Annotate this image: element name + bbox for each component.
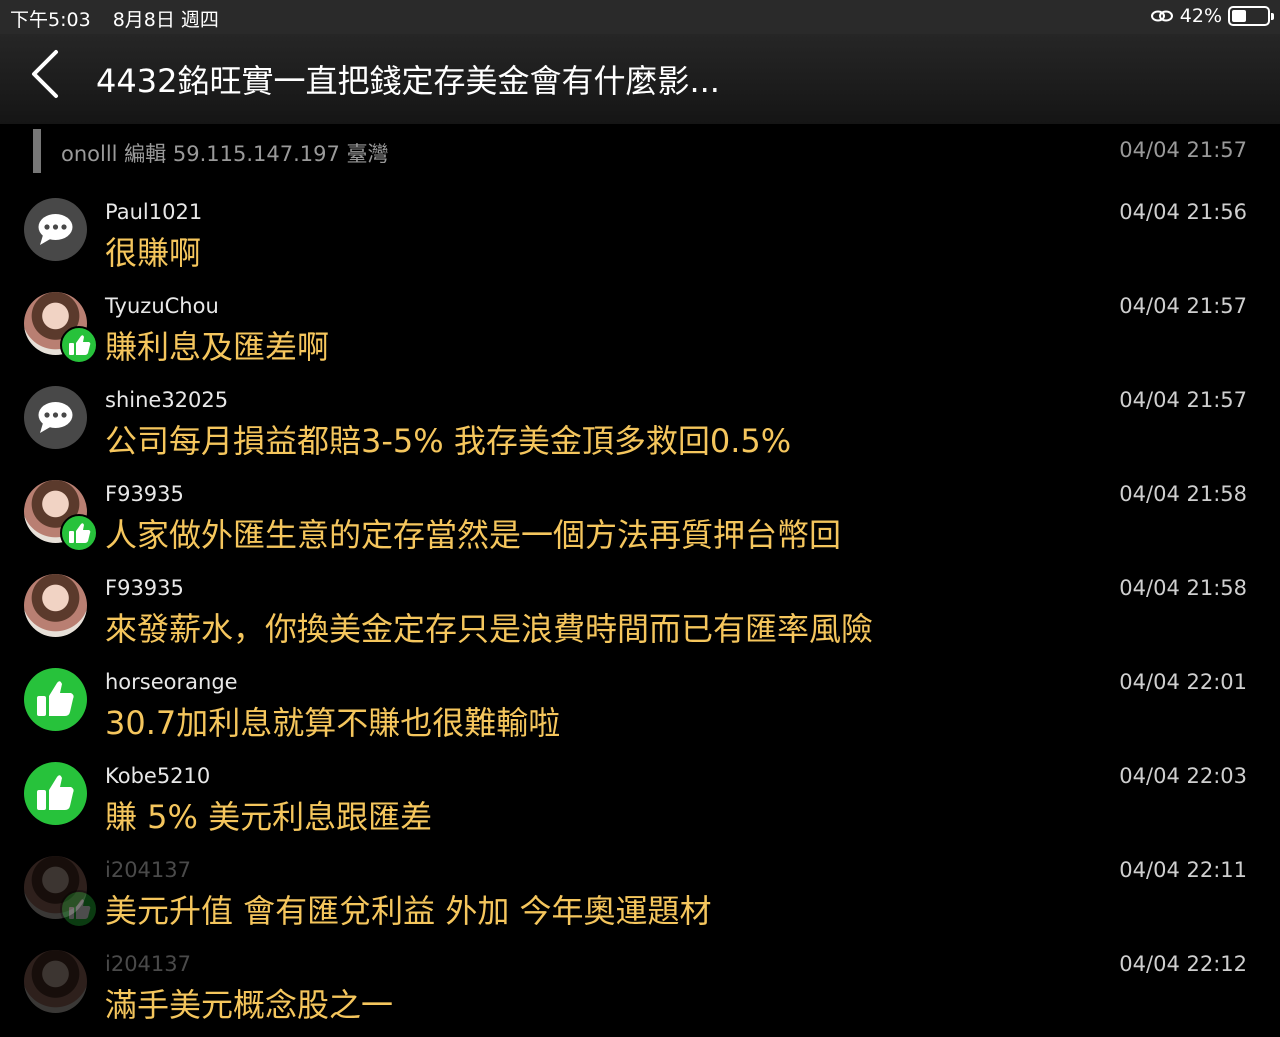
speech-bubble-icon (24, 386, 87, 449)
chevron-left-icon (32, 50, 58, 98)
battery-percent: 42% (1179, 5, 1222, 27)
comment-user: Kobe5210 (105, 764, 211, 788)
comment-time: 04/04 22:03 (1119, 764, 1247, 788)
nav-bar: 4432銘旺實一直把錢定存美金會有什麼影... (0, 34, 1280, 124)
comment-user: Paul1021 (105, 200, 203, 224)
comment-time: 04/04 22:12 (1119, 952, 1247, 976)
page-title: 4432銘旺實一直把錢定存美金會有什麼影... (96, 62, 720, 100)
speech-bubble-icon (24, 198, 87, 261)
comment-row[interactable]: F93935 04/04 21:58 來發薪水，你換美金定存只是浪費時間而已有匯… (0, 568, 1280, 662)
comment-time: 04/04 22:11 (1119, 858, 1247, 882)
comment-time: 04/04 21:57 (1119, 294, 1247, 318)
comment-user: i204137 (105, 858, 191, 882)
comment-text: 公司每月損益都賠3-5% 我存美金頂多救回0.5% (105, 422, 792, 460)
comment-user: F93935 (105, 482, 184, 506)
comment-user: F93935 (105, 576, 184, 600)
status-right: 42% (1150, 5, 1274, 27)
comment-text: 賺利息及匯差啊 (105, 328, 330, 366)
comment-row[interactable]: Kobe5210 04/04 22:03 賺 5% 美元利息跟匯差 (0, 756, 1280, 850)
avatar (24, 574, 87, 637)
comment-row[interactable]: Paul1021 04/04 21:56 很賺啊 (0, 192, 1280, 286)
comment-time: 04/04 21:57 (1119, 388, 1247, 412)
thumbs-up-icon (24, 668, 87, 731)
comment-time: 04/04 21:58 (1119, 576, 1247, 600)
back-button[interactable] (26, 48, 76, 108)
avatar (24, 950, 87, 1013)
thumbs-up-icon (60, 890, 98, 928)
comment-row[interactable]: i204137 04/04 22:12 滿手美元概念股之一 (0, 944, 1280, 1037)
battery-level (1232, 10, 1246, 22)
edit-info-time: 04/04 21:57 (1119, 138, 1247, 162)
status-bar: 下午5:03 8月8日 週四 42% (0, 0, 1280, 34)
comment-user: horseorange (105, 670, 238, 694)
thumbs-up-icon (60, 326, 98, 364)
comment-text: 滿手美元概念股之一 (105, 986, 394, 1024)
comment-row[interactable]: F93935 04/04 21:58 人家做外匯生意的定存當然是一個方法再質押台… (0, 474, 1280, 568)
comment-text: 來發薪水，你換美金定存只是浪費時間而已有匯率風險 (105, 610, 874, 648)
status-date: 8月8日 週四 (112, 9, 219, 31)
comment-text: 人家做外匯生意的定存當然是一個方法再質押台幣回 (105, 516, 842, 554)
comment-text: 賺 5% 美元利息跟匯差 (105, 798, 433, 836)
comment-user: shine32025 (105, 388, 229, 412)
comment-time: 04/04 21:56 (1119, 200, 1247, 224)
thumbs-up-icon (24, 762, 87, 825)
comment-text: 美元升值 會有匯兌利益 外加 今年奧運題材 (105, 892, 712, 930)
comment-user: TyuzuChou (105, 294, 219, 318)
link-icon (1150, 10, 1173, 22)
battery-icon (1228, 6, 1274, 26)
comment-time: 04/04 22:01 (1119, 670, 1247, 694)
comment-text: 很賺啊 (105, 234, 202, 272)
comment-row[interactable]: horseorange 04/04 22:01 30.7加利息就算不賺也很難輸啦 (0, 662, 1280, 756)
status-time: 下午5:03 (10, 9, 91, 31)
edit-info: onolll 編輯 59.115.147.197 臺灣 04/04 21:57 (0, 124, 1280, 180)
edit-info-text: onolll 編輯 59.115.147.197 臺灣 (61, 142, 389, 166)
edit-marker (33, 129, 41, 173)
comment-row[interactable]: TyuzuChou 04/04 21:57 賺利息及匯差啊 (0, 286, 1280, 380)
comment-time: 04/04 21:58 (1119, 482, 1247, 506)
comment-text: 30.7加利息就算不賺也很難輸啦 (105, 704, 561, 742)
status-left: 下午5:03 8月8日 週四 (10, 5, 235, 32)
thumbs-up-icon (60, 514, 98, 552)
comment-row[interactable]: i204137 04/04 22:11 美元升值 會有匯兌利益 外加 今年奧運題… (0, 850, 1280, 944)
comment-row[interactable]: shine32025 04/04 21:57 公司每月損益都賠3-5% 我存美金… (0, 380, 1280, 474)
comment-user: i204137 (105, 952, 191, 976)
